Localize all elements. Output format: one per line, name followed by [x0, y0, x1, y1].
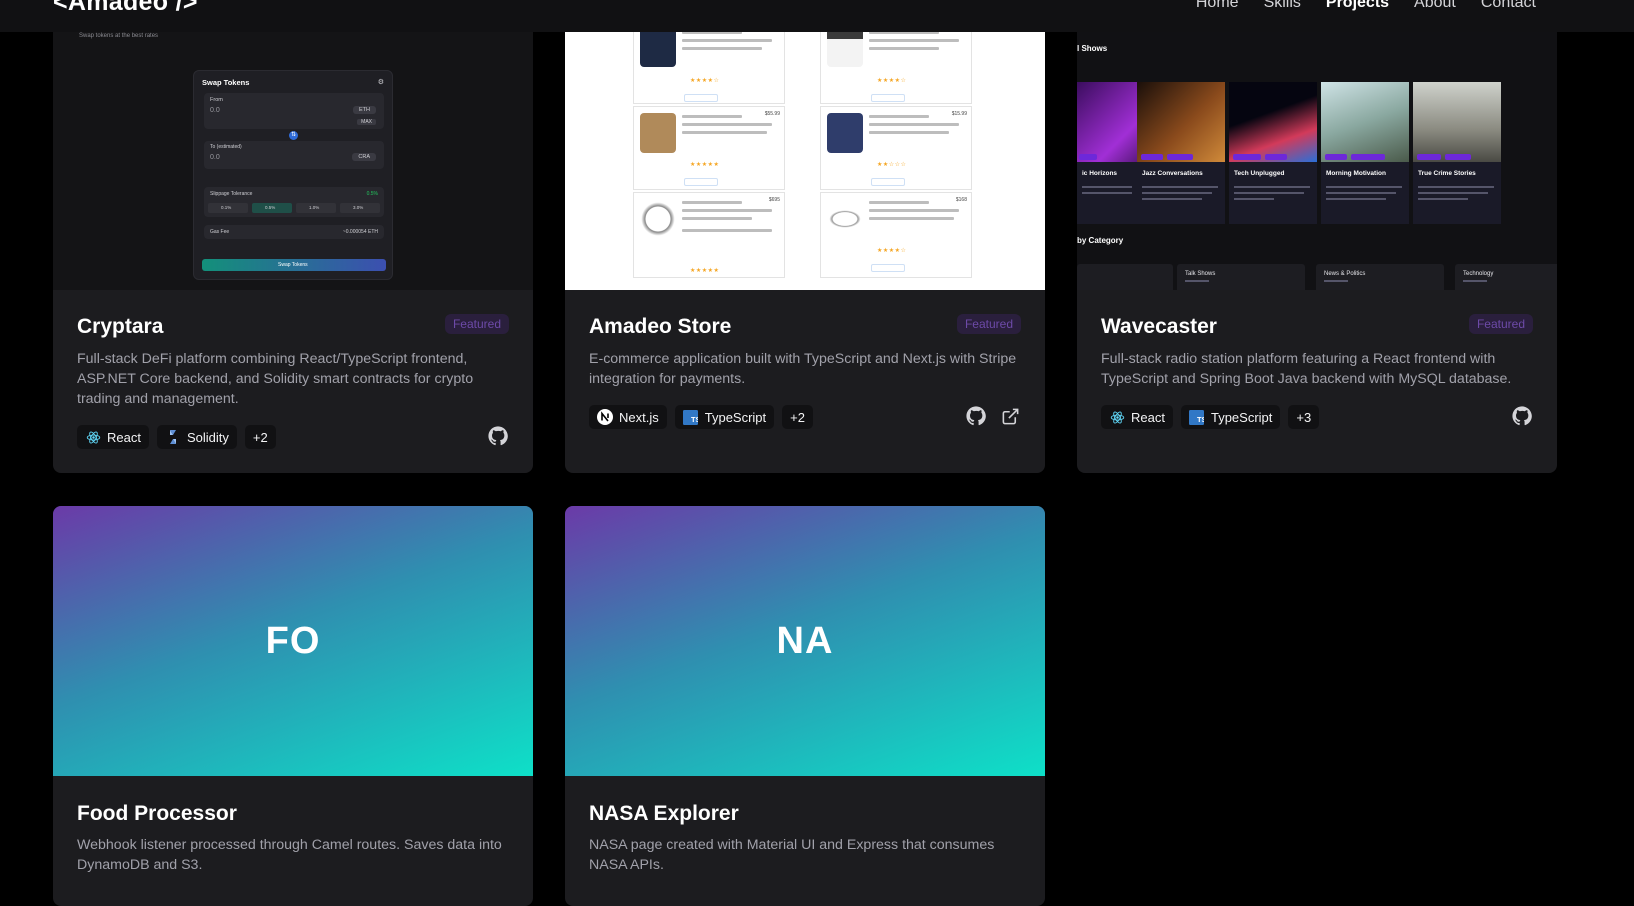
project-preview-image: Swap tokens at the best rates Swap Token… — [53, 20, 533, 290]
typescript-icon: TS — [683, 409, 699, 425]
project-description: E-commerce application built with TypeSc… — [589, 351, 1017, 387]
project-title: Food Processor — [77, 802, 237, 825]
project-links — [487, 425, 509, 447]
project-preview-image: ★★★★☆ $109.95 ★★★★☆ $22.3 ★★★★★ $55.99 — [565, 20, 1045, 290]
tech-tags: React Solidity +2 — [77, 425, 276, 449]
project-description: Webhook listener processed through Camel… — [77, 837, 502, 873]
site-logo[interactable]: <Amadeo /> — [53, 0, 198, 17]
tech-tags: React TS TypeScript +3 — [1101, 405, 1320, 429]
featured-badge: Featured — [444, 314, 509, 334]
nav-about[interactable]: About — [1414, 0, 1456, 12]
project-initials: NA — [776, 619, 834, 662]
project-links — [1511, 405, 1533, 427]
tag-more: +3 — [1288, 405, 1320, 429]
project-links — [965, 405, 1021, 427]
tag-typescript: TS TypeScript — [1180, 405, 1281, 429]
typescript-icon: TS — [1189, 409, 1205, 425]
nav-contact[interactable]: Contact — [1481, 0, 1536, 12]
nextjs-icon — [597, 409, 613, 425]
project-placeholder-image: FO — [53, 506, 533, 776]
tag-solidity: Solidity — [156, 425, 237, 449]
project-title: Cryptara — [77, 315, 164, 338]
project-description: Full-stack radio station platform featur… — [1101, 351, 1512, 387]
project-card-nasa-explorer[interactable]: NA NASA Explorer NASA page created with … — [565, 506, 1045, 906]
solidity-icon — [165, 429, 181, 445]
preview-section-shows: l Shows — [1077, 44, 1108, 53]
top-navbar: <Amadeo /> Home Skills Projects About Co… — [0, 0, 1634, 32]
react-icon — [1109, 409, 1125, 425]
nav-home[interactable]: Home — [1196, 0, 1239, 12]
project-description: NASA page created with Material UI and E… — [589, 837, 995, 873]
tag-more: +2 — [782, 405, 813, 429]
github-icon[interactable] — [965, 405, 987, 427]
project-placeholder-image: NA — [565, 506, 1045, 776]
tag-react: React — [1101, 405, 1173, 429]
svg-text:TS: TS — [691, 415, 698, 424]
project-card-amadeo-store[interactable]: ★★★★☆ $109.95 ★★★★☆ $22.3 ★★★★★ $55.99 — [565, 20, 1045, 473]
tag-typescript: TS TypeScript — [674, 405, 775, 429]
project-description: Full-stack DeFi platform combining React… — [77, 351, 474, 407]
featured-badge: Featured — [1468, 314, 1533, 334]
react-icon — [85, 429, 101, 445]
nav-projects[interactable]: Projects — [1326, 0, 1389, 12]
project-card-wavecaster[interactable]: l Shows ic Horizons Jazz Conversations T… — [1077, 20, 1557, 473]
project-card-cryptara[interactable]: Swap tokens at the best rates Swap Token… — [53, 20, 533, 473]
project-preview-image: l Shows ic Horizons Jazz Conversations T… — [1077, 20, 1557, 290]
tag-more: +2 — [244, 425, 276, 449]
featured-badge: Featured — [956, 314, 1021, 334]
preview-section-category: by Category — [1077, 236, 1124, 245]
preview-subtitle: Swap tokens at the best rates — [79, 33, 159, 39]
project-card-food-processor[interactable]: FO Food Processor Webhook listener proce… — [53, 506, 533, 906]
project-title: Amadeo Store — [589, 315, 732, 338]
svg-text:TS: TS — [1197, 415, 1204, 424]
main-nav: Home Skills Projects About Contact — [1196, 0, 1536, 12]
external-link-icon[interactable] — [999, 405, 1021, 427]
tech-tags: Next.js TS TypeScript +2 — [589, 405, 813, 429]
swap-panel: Swap Tokens ⚙ From 0.0 ETH MAX ⇅ To (est… — [193, 70, 393, 280]
tag-nextjs: Next.js — [589, 405, 667, 429]
github-icon[interactable] — [1511, 405, 1533, 427]
project-title: NASA Explorer — [589, 802, 739, 825]
project-initials: FO — [265, 619, 321, 662]
github-icon[interactable] — [487, 425, 509, 447]
project-title: Wavecaster — [1101, 315, 1217, 338]
tag-react: React — [77, 425, 149, 449]
nav-skills[interactable]: Skills — [1264, 0, 1301, 12]
